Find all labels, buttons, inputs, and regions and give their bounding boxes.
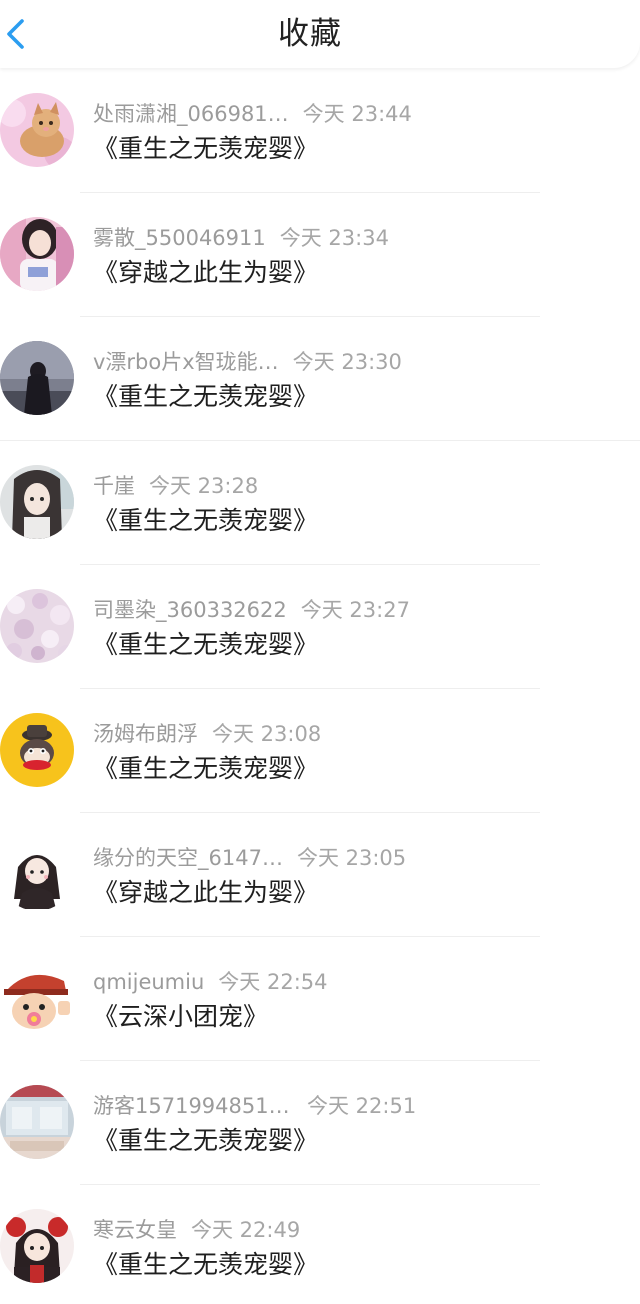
- timestamp: 今天 22:51: [307, 1094, 417, 1118]
- book-title[interactable]: 《云深小团宠》: [93, 999, 268, 1035]
- book-title[interactable]: 《穿越之此生为婴》: [93, 875, 318, 911]
- username: 缘分的天空_6147…: [93, 846, 283, 870]
- blossom-avatar[interactable]: [0, 589, 74, 663]
- kitten-avatar[interactable]: [0, 93, 74, 167]
- book-title[interactable]: 《穿越之此生为婴》: [93, 255, 318, 291]
- timestamp: 今天 23:34: [279, 226, 389, 250]
- list-item[interactable]: 雾散_550046911 今天 23:34 《穿越之此生为婴》: [0, 193, 640, 317]
- book-title[interactable]: 《重生之无羡宠婴》: [93, 751, 318, 787]
- book-title[interactable]: 《重生之无羡宠婴》: [93, 1247, 318, 1283]
- timestamp: 今天 23:08: [212, 722, 322, 746]
- book-title[interactable]: 《重生之无羡宠婴》: [93, 379, 318, 415]
- list-item[interactable]: 缘分的天空_6147… 今天 23:05 《穿越之此生为婴》: [0, 813, 640, 937]
- list-item[interactable]: 千崖 今天 23:28 《重生之无羡宠婴》: [0, 441, 640, 565]
- timestamp: 今天 23:05: [296, 846, 407, 870]
- dark-figure-avatar[interactable]: [0, 341, 74, 415]
- timestamp: 今天 22:54: [218, 970, 328, 994]
- username: 雾散_550046911: [93, 226, 266, 250]
- username: 处雨潇湘_066981…: [93, 102, 289, 126]
- book-title[interactable]: 《重生之无羡宠婴》: [93, 131, 318, 167]
- username: 游客1571994851557: [93, 1094, 293, 1118]
- nav-bar: 收藏: [0, 0, 640, 68]
- timestamp: 今天 22:49: [191, 1218, 301, 1242]
- username: v漂rbo片x智珑能…: [93, 350, 279, 374]
- chibi-girl-avatar[interactable]: [0, 837, 74, 911]
- list-item[interactable]: 游客1571994851557 今天 22:51 《重生之无羡宠婴》: [0, 1061, 640, 1185]
- list-item[interactable]: 司墨染_360332622 今天 23:27 《重生之无羡宠婴》: [0, 565, 640, 689]
- favorites-screen: 收藏 处雨潇湘_066981… 今天 23:44 《重生之无羡宠婴》 雾散_55…: [0, 0, 640, 1304]
- timestamp: 今天 23:44: [302, 102, 412, 126]
- list-item[interactable]: 处雨潇湘_066981… 今天 23:44 《重生之无羡宠婴》: [0, 69, 640, 193]
- username: qmijeumiu: [93, 970, 205, 994]
- book-title[interactable]: 《重生之无羡宠婴》: [93, 503, 318, 539]
- book-title[interactable]: 《重生之无羡宠婴》: [93, 1123, 318, 1159]
- timestamp: 今天 23:27: [300, 598, 410, 622]
- username: 千崖: [93, 474, 135, 498]
- girl-photo-avatar[interactable]: [0, 217, 74, 291]
- username: 寒云女皇: [93, 1218, 177, 1242]
- list-item[interactable]: qmijeumiu 今天 22:54 《云深小团宠》: [0, 937, 640, 1061]
- list-item[interactable]: 汤姆布朗浮 今天 23:08 《重生之无羡宠婴》: [0, 689, 640, 813]
- room-photo-avatar[interactable]: [0, 1085, 74, 1159]
- monkey-cartoon-avatar[interactable]: [0, 713, 74, 787]
- anime-character-avatar[interactable]: [0, 1209, 74, 1283]
- anime-girl-avatar[interactable]: [0, 465, 74, 539]
- page-title: 收藏: [278, 16, 342, 52]
- username: 司墨染_360332622: [93, 598, 287, 622]
- timestamp: 今天 23:30: [292, 350, 402, 374]
- list-item[interactable]: v漂rbo片x智珑能… 今天 23:30 《重生之无羡宠婴》: [0, 317, 640, 441]
- username: 汤姆布朗浮: [93, 722, 198, 746]
- cartoon-kid-avatar[interactable]: [0, 961, 74, 1035]
- list-item[interactable]: 寒云女皇 今天 22:49 《重生之无羡宠婴》: [0, 1185, 640, 1304]
- book-title[interactable]: 《重生之无羡宠婴》: [93, 627, 318, 663]
- timestamp: 今天 23:28: [149, 474, 259, 498]
- favorites-list: 处雨潇湘_066981… 今天 23:44 《重生之无羡宠婴》 雾散_550046: [0, 69, 640, 1304]
